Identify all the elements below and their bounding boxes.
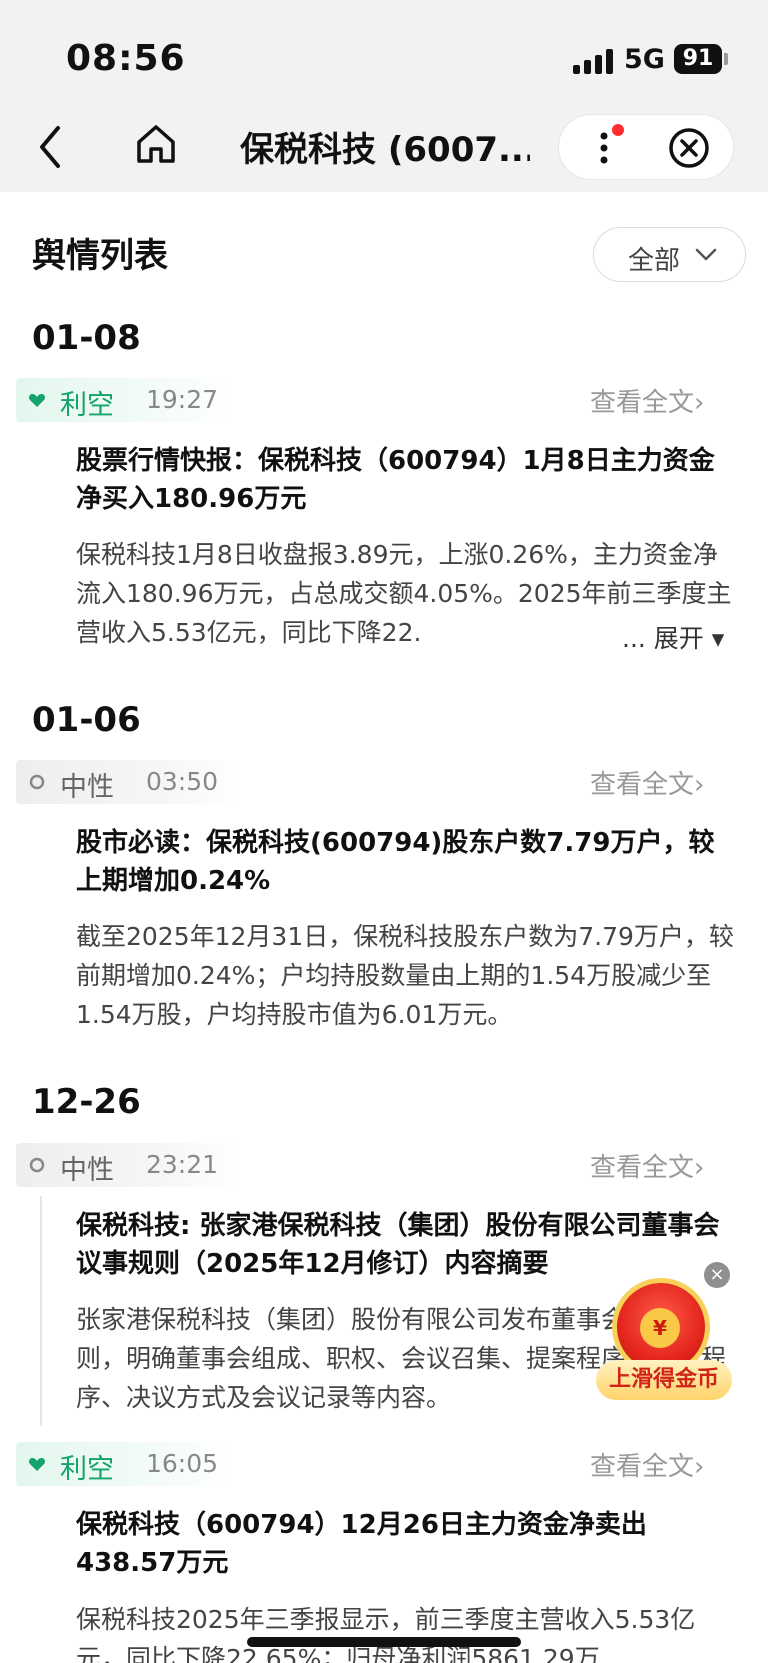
circle-icon bbox=[29, 1157, 45, 1173]
sentiment-tag: 利空 19:27 bbox=[16, 378, 238, 422]
promo-close-icon[interactable]: × bbox=[704, 1262, 730, 1288]
top-bar: 08:56 5G 91 保税科技 (6007... bbox=[0, 0, 768, 192]
sentiment-tag: 利空 16:05 bbox=[16, 1442, 238, 1486]
date-heading: 01-08 bbox=[32, 318, 141, 358]
view-full-link[interactable]: 查看全文› bbox=[590, 764, 704, 801]
filter-label: 全部 bbox=[628, 246, 681, 276]
heart-icon bbox=[28, 394, 46, 407]
network-label: 5G bbox=[624, 44, 665, 75]
news-title[interactable]: 保税科技（600794）12月26日主力资金净卖出438.57万元 bbox=[76, 1506, 726, 1582]
item-time: 03:50 bbox=[146, 767, 219, 796]
battery-icon: 91 bbox=[674, 44, 722, 74]
battery-tip bbox=[724, 53, 728, 65]
news-summary: 保税科技2025年三季报显示，前三季度主营收入5.53亿元，同比下降22.65%… bbox=[76, 1605, 696, 1663]
chevron-down-icon bbox=[695, 248, 717, 261]
list-title: 舆情列表 bbox=[32, 236, 168, 276]
promo-label[interactable]: 上滑得金币 bbox=[596, 1360, 732, 1400]
heart-icon bbox=[28, 1458, 46, 1471]
more-vertical-icon[interactable] bbox=[598, 128, 612, 168]
coin-icon: ¥ bbox=[640, 1308, 680, 1348]
timeline-line bbox=[40, 1196, 42, 1426]
expand-button[interactable]: ... 展开 ▾ bbox=[618, 619, 725, 655]
sentiment-tag: 中性 23:21 bbox=[16, 1143, 238, 1187]
date-heading: 01-06 bbox=[32, 700, 141, 740]
view-full-link[interactable]: 查看全文› bbox=[590, 382, 704, 419]
item-time: 16:05 bbox=[146, 1449, 219, 1478]
news-title[interactable]: 保税科技: 张家港保税科技（集团）股份有限公司董事会议事规则（2025年12月修… bbox=[76, 1207, 726, 1283]
status-time: 08:56 bbox=[66, 38, 186, 79]
signal-icon bbox=[573, 48, 615, 74]
news-title[interactable]: 股票行情快报：保税科技（600794）1月8日主力资金净买入180.96万元 bbox=[76, 442, 726, 518]
news-title[interactable]: 股市必读：保税科技(600794)股东户数7.79万户，较上期增加0.24% bbox=[76, 824, 726, 900]
fade-overlay bbox=[560, 617, 622, 657]
notification-dot-icon bbox=[612, 124, 624, 136]
sentiment-label: 利空 bbox=[60, 390, 114, 421]
sentiment-tag: 中性 03:50 bbox=[16, 760, 238, 804]
view-full-link[interactable]: 查看全文› bbox=[590, 1147, 704, 1184]
sentiment-label: 中性 bbox=[60, 772, 114, 803]
back-arrow-icon[interactable] bbox=[34, 122, 68, 172]
filter-dropdown[interactable]: 全部 bbox=[593, 227, 746, 282]
date-heading: 12-26 bbox=[32, 1082, 141, 1122]
circle-icon bbox=[29, 774, 45, 790]
home-indicator bbox=[247, 1637, 521, 1647]
news-summary: 截至2025年12月31日，保税科技股东户数为7.79万户，较前期增加0.24%… bbox=[76, 922, 734, 1029]
sentiment-label: 中性 bbox=[60, 1155, 114, 1186]
home-icon[interactable] bbox=[134, 122, 178, 166]
close-circle-icon[interactable] bbox=[668, 127, 710, 169]
page-title: 保税科技 (6007... bbox=[240, 130, 530, 170]
view-full-link[interactable]: 查看全文› bbox=[590, 1446, 704, 1483]
sentiment-label: 利空 bbox=[60, 1454, 114, 1485]
item-time: 23:21 bbox=[146, 1150, 219, 1179]
item-time: 19:27 bbox=[146, 385, 219, 414]
